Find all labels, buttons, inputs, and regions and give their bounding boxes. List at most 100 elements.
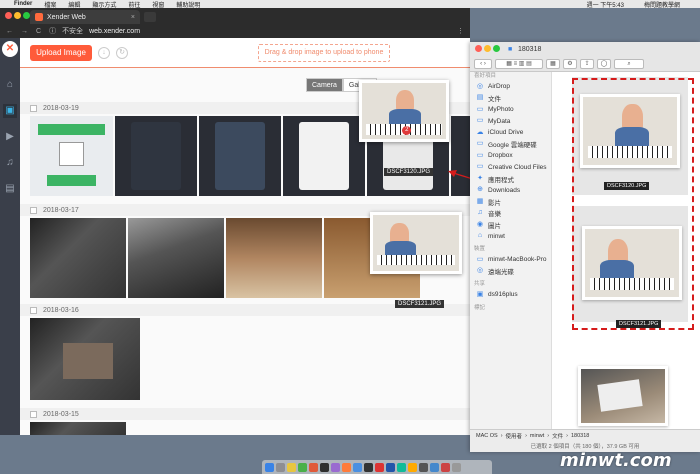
sidebar-item-music[interactable]: ♫ 音樂 [470, 208, 551, 220]
dock-finder-icon[interactable] [265, 462, 274, 472]
home-icon[interactable]: ⌂ [3, 78, 17, 92]
photo-thumbnail[interactable] [30, 218, 126, 298]
photo-thumbnail[interactable] [115, 116, 197, 196]
minimize-window-button[interactable] [14, 12, 21, 19]
dock-launchpad-icon[interactable] [276, 462, 285, 472]
finder-search-input[interactable]: ⌕ [614, 58, 644, 69]
reload-icon[interactable]: C [36, 28, 41, 35]
back-arrow-icon[interactable]: ← [6, 28, 13, 35]
tab-close-icon[interactable]: × [131, 14, 135, 21]
sidebar-item-creative-cloud[interactable]: ▭ Creative Cloud Files [470, 162, 551, 174]
dock-trash-icon[interactable] [452, 462, 461, 472]
dock-app-icon[interactable] [331, 462, 340, 472]
file-thumbnail[interactable] [578, 366, 668, 426]
photo-thumbnail[interactable] [283, 116, 365, 196]
action-gear-icon[interactable]: ⚙ [563, 58, 577, 69]
forward-arrow-icon[interactable]: → [21, 28, 28, 35]
sidebar-item-movies[interactable]: ▦ 影片 [470, 196, 551, 208]
finder-close-button[interactable] [475, 45, 482, 52]
tag-icon[interactable]: ◯ [597, 58, 611, 69]
dock-app-icon[interactable] [287, 462, 296, 472]
sidebar-item-applications[interactable]: ✦ 應用程式 [470, 173, 551, 185]
menubar-user[interactable]: 梅問題教學網 [644, 0, 680, 9]
finder-titlebar: ■ 180318 [470, 42, 700, 56]
download-icon[interactable]: ↓ [98, 47, 110, 59]
dragged-photo-card[interactable] [370, 212, 462, 274]
photo-thumbnail[interactable] [199, 116, 281, 196]
sidebar-item-google-drive[interactable]: ▭ Google 雲端硬碟 [470, 139, 551, 151]
sidebar-item-nas[interactable]: ▣ ds916plus [470, 289, 551, 301]
folder-icon: ▭ [476, 163, 484, 171]
refresh-icon[interactable]: ↻ [116, 47, 128, 59]
dock-app-icon[interactable] [364, 462, 373, 472]
macos-menubar: Finder 檔案 編輯 顯示方式 前往 視窗 輔助說明 週一 下午5:43 梅… [0, 0, 700, 9]
dock-app-icon[interactable] [342, 462, 351, 472]
finder-zoom-button[interactable] [493, 45, 500, 52]
photo-thumbnail[interactable] [30, 318, 140, 400]
path-segment[interactable]: 180318 [571, 433, 589, 439]
menubar-clock[interactable]: 週一 下午5:43 [587, 0, 624, 9]
menu-app-name[interactable]: Finder [14, 1, 32, 7]
upload-image-button[interactable]: Upload Image [30, 45, 92, 61]
sidebar-item-airdrop[interactable]: ◎ AirDrop [470, 81, 551, 93]
group-button[interactable]: ▦ [546, 58, 560, 69]
select-date-checkbox[interactable] [30, 104, 37, 112]
dock-app-icon[interactable] [298, 462, 307, 472]
sidebar-item-dropbox[interactable]: ▭ Dropbox [470, 150, 551, 162]
dock-app-icon[interactable] [320, 462, 329, 472]
insecure-info-icon[interactable]: ⓘ [49, 26, 56, 36]
drop-zone[interactable]: Drag & drop image to upload to phone [258, 44, 390, 62]
document-icon[interactable]: ▤ [3, 182, 17, 196]
photo-thumbnail[interactable] [128, 218, 224, 298]
sidebar-item-myphoto[interactable]: ▭ MyPhoto [470, 104, 551, 116]
dock-app-icon[interactable] [408, 462, 417, 472]
browser-tab[interactable]: Xender Web × [30, 10, 140, 24]
sidebar-item-macbook[interactable]: ▭ minwt-MacBook-Pro [470, 254, 551, 266]
dock-app-icon[interactable] [386, 462, 395, 472]
sidebar-item-home[interactable]: ⌂ minwt [470, 231, 551, 243]
sidebar-item-documents[interactable]: ▤ 文件 [470, 93, 551, 105]
sidebar-item-icloud[interactable]: ☁ iCloud Drive [470, 127, 551, 139]
video-icon[interactable]: ▶ [3, 130, 17, 144]
folder-icon: ■ [508, 45, 513, 53]
dock-app-icon[interactable] [309, 462, 318, 472]
zoom-window-button[interactable] [23, 12, 30, 19]
applications-icon: ✦ [477, 174, 483, 182]
dock-app-icon[interactable] [419, 462, 428, 472]
music-icon[interactable]: ♫ [3, 156, 17, 170]
path-segment[interactable]: MAC OS [476, 433, 498, 439]
sidebar-item-pictures[interactable]: ◉ 圖片 [470, 219, 551, 231]
sidebar-item-downloads[interactable]: ⊕ Downloads [470, 185, 551, 197]
tab-camera[interactable]: Camera [306, 78, 343, 92]
path-segment[interactable]: 使用者 [506, 432, 523, 440]
dock-app-icon[interactable] [397, 462, 406, 472]
path-segment[interactable]: 文件 [552, 432, 563, 440]
photo-icon[interactable]: ▣ [3, 104, 17, 118]
photo-thumbnail[interactable] [226, 218, 322, 298]
insecure-label[interactable]: 不安全 [62, 26, 83, 36]
browser-menu-icon[interactable]: ⋮ [457, 27, 464, 35]
view-mode-buttons[interactable]: ▦ ≡ ▥ ▤ [495, 58, 543, 69]
new-tab-button[interactable] [144, 12, 156, 22]
close-window-button[interactable] [5, 12, 12, 19]
share-icon[interactable]: ⇪ [580, 58, 594, 69]
photo-thumbnail[interactable] [30, 422, 126, 435]
sidebar-item-mydata[interactable]: ▭ MyData [470, 116, 551, 128]
download-icon: ⊕ [477, 186, 483, 194]
photo-thumbnail[interactable] [30, 116, 113, 196]
dragged-photo-card[interactable]: 2 [359, 80, 449, 142]
dock-app-icon[interactable] [353, 462, 362, 472]
finder-minimize-button[interactable] [484, 45, 491, 52]
dock-app-icon[interactable] [441, 462, 450, 472]
dock-app-icon[interactable] [375, 462, 384, 472]
sidebar-item-remote-disc[interactable]: ◎ 遠端光碟 [470, 266, 551, 278]
back-forward-buttons[interactable]: ‹ › [474, 58, 492, 69]
select-date-checkbox[interactable] [30, 410, 37, 418]
sidebar-section-tags: 標記 [474, 304, 486, 311]
finder-status-bar: MAC OS › 使用者 › minwt › 文件 › 180318 已選取 2 個項目… [470, 429, 700, 452]
select-date-checkbox[interactable] [30, 206, 37, 214]
dock-app-icon[interactable] [430, 462, 439, 472]
path-segment[interactable]: minwt [530, 433, 544, 439]
select-date-checkbox[interactable] [30, 306, 37, 314]
url-field[interactable]: web.xender.com [89, 28, 140, 35]
